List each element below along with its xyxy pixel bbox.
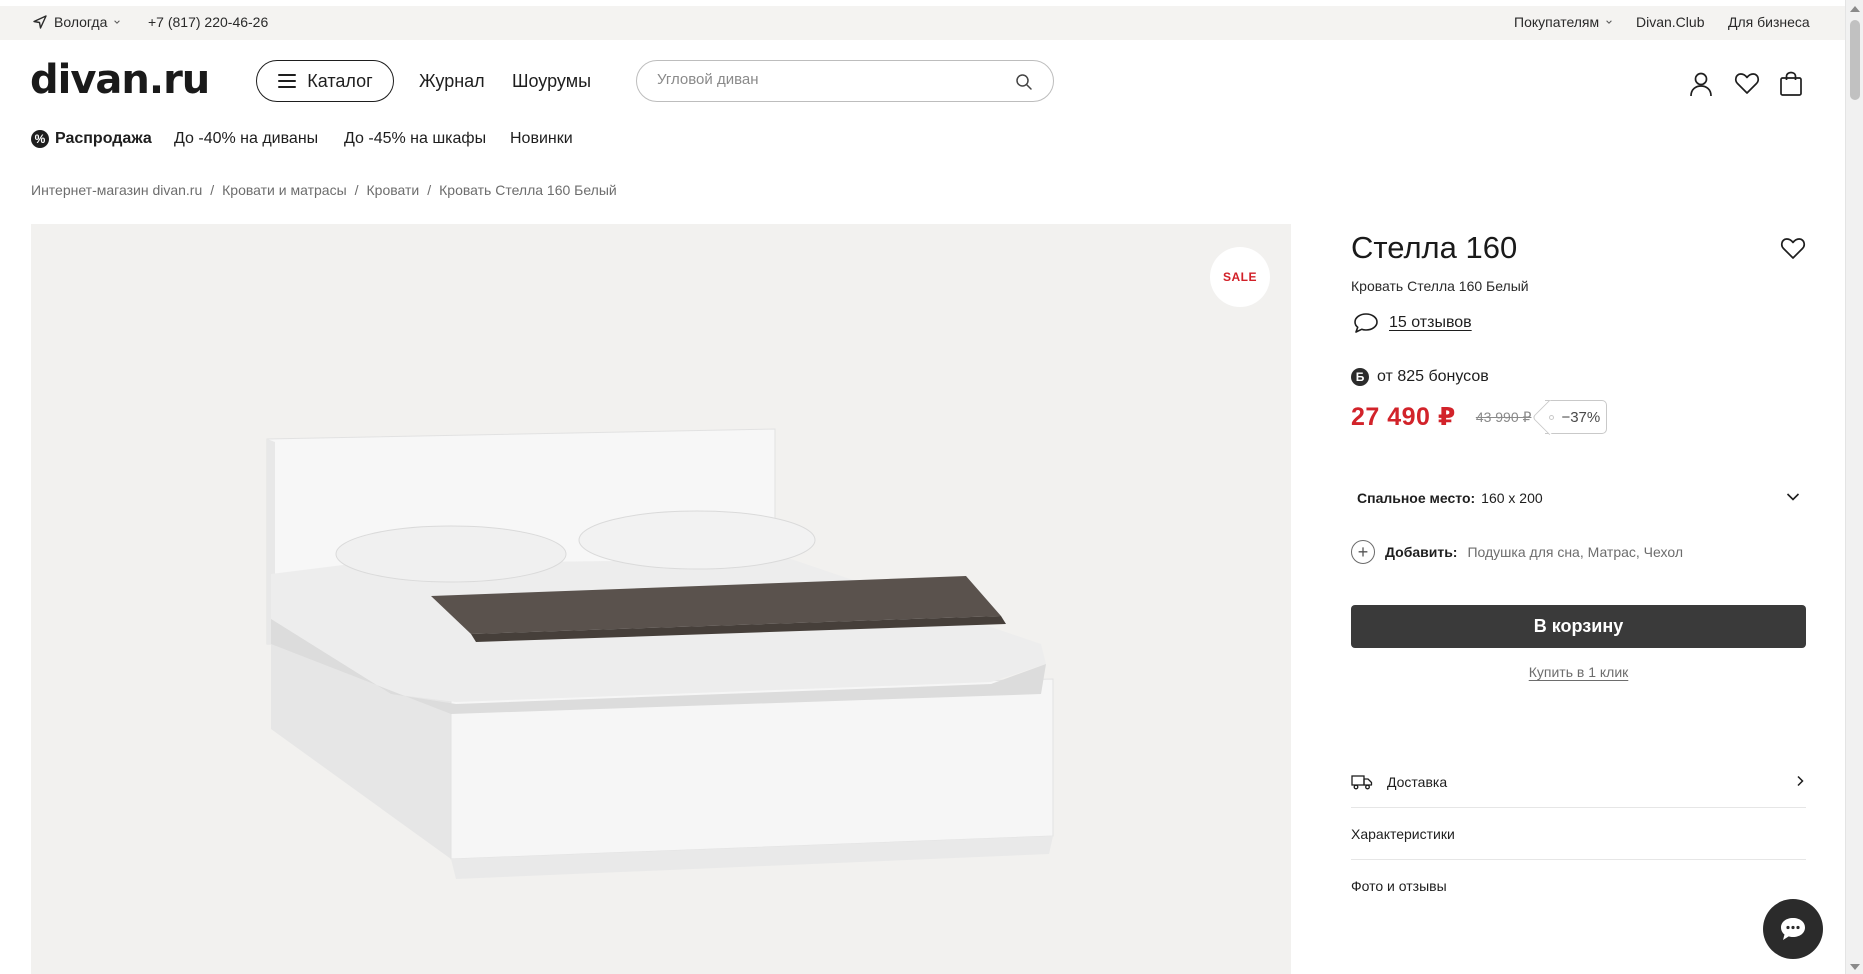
add-label: Добавить:	[1385, 544, 1458, 560]
heart-icon[interactable]	[1734, 71, 1760, 95]
subnav-sofas[interactable]: До -40% на диваны	[174, 130, 318, 148]
current-price: 27 490 ₽	[1351, 403, 1456, 431]
sale-label: Распродажа	[55, 130, 152, 147]
reviews-link[interactable]: 15 отзывов	[1353, 312, 1472, 334]
subnav-wardrobes[interactable]: До -45% на шкафы	[344, 130, 486, 148]
old-price: 43 990 ₽	[1475, 408, 1532, 425]
chevron-down-icon	[114, 20, 121, 24]
chevron-down-icon	[1786, 493, 1800, 501]
top-utility-bar: Вологда +7 (817) 220-46-26 Покупателям D…	[0, 0, 1845, 40]
photos-label: Фото и отзывы	[1351, 878, 1447, 894]
menu-icon	[278, 74, 297, 88]
location-arrow-icon	[33, 15, 47, 29]
size-label: Спальное место:	[1357, 490, 1476, 506]
city-selector[interactable]: Вологда	[32, 14, 121, 30]
bonus-info: Б от 825 бонусов	[1351, 368, 1489, 386]
truck-icon	[1351, 774, 1373, 789]
size-selector[interactable]: Спальное место: 160 x 200	[1351, 478, 1806, 518]
product-title: Стелла 160	[1351, 230, 1518, 265]
search-input[interactable]	[657, 71, 997, 88]
discount-label: −37%	[1561, 408, 1601, 426]
tag-hole	[1549, 415, 1555, 420]
chevron-right-icon	[1797, 775, 1804, 787]
delivery-label: Доставка	[1387, 773, 1448, 790]
product-subtitle: Кровать Стелла 160 Белый	[1351, 278, 1529, 294]
breadcrumb-current: Кровать Стелла 160 Белый	[439, 182, 617, 198]
breadcrumb-separator: /	[210, 182, 215, 198]
breadcrumb-separator: /	[427, 182, 432, 198]
product-image	[266, 428, 1054, 879]
percent-icon: %	[31, 130, 49, 148]
add-accessories[interactable]: + Добавить: Подушка для сна, Матрас, Чех…	[1351, 540, 1683, 564]
buyers-label: Покупателям	[1514, 14, 1600, 30]
chat-button[interactable]	[1763, 899, 1823, 959]
search-icon[interactable]	[1015, 73, 1033, 91]
page-scrollbar[interactable]	[1845, 0, 1863, 974]
sale-badge: SALE	[1210, 247, 1270, 307]
add-options: Подушка для сна, Матрас, Чехол	[1467, 544, 1683, 560]
business-link[interactable]: Для бизнеса	[1728, 14, 1810, 30]
add-to-cart-button[interactable]: В корзину	[1351, 605, 1806, 648]
breadcrumb-item[interactable]: Кровати	[367, 182, 420, 198]
discount-tag: −37%	[1545, 400, 1608, 434]
catalog-label: Каталог	[307, 70, 373, 91]
size-value: 160 x 200	[1481, 490, 1543, 506]
breadcrumb-item[interactable]: Интернет-магазин divan.ru	[31, 182, 202, 198]
specs-label: Характеристики	[1351, 825, 1455, 842]
catalog-button[interactable]: Каталог	[256, 60, 394, 102]
buy-one-click-link[interactable]: Купить в 1 клик	[1351, 664, 1806, 680]
plus-icon: +	[1351, 540, 1375, 564]
bag-icon[interactable]	[1779, 71, 1803, 97]
accordion-photos[interactable]: Фото и отзывы	[1351, 860, 1806, 912]
accordion-delivery[interactable]: Доставка	[1351, 756, 1806, 808]
buyers-menu[interactable]: Покупателям	[1514, 14, 1613, 30]
price-row: 27 490 ₽ 43 990 ₽ −37%	[1351, 400, 1608, 434]
scroll-up-icon[interactable]	[1850, 6, 1860, 12]
breadcrumb: Интернет-магазин divan.ru / Кровати и ма…	[31, 182, 617, 198]
reviews-label[interactable]: 15 отзывов	[1389, 314, 1472, 332]
divan-club-link[interactable]: Divan.Club	[1636, 14, 1704, 30]
user-icon[interactable]	[1689, 71, 1713, 97]
search-box[interactable]	[636, 60, 1054, 102]
bonus-icon: Б	[1351, 368, 1369, 386]
chevron-down-icon	[1606, 20, 1612, 24]
journal-link[interactable]: Журнал	[419, 71, 485, 92]
heart-icon[interactable]	[1780, 236, 1806, 260]
scroll-down-icon[interactable]	[1850, 964, 1860, 970]
subnav-new[interactable]: Новинки	[510, 130, 573, 148]
site-logo[interactable]: divan.ru	[30, 57, 210, 103]
city-label: Вологда	[54, 14, 108, 30]
accordion-specs[interactable]: Характеристики	[1351, 808, 1806, 860]
bonus-label: от 825 бонусов	[1377, 368, 1489, 385]
product-gallery[interactable]: SALE	[31, 224, 1291, 974]
chat-bubble-icon	[1354, 313, 1378, 333]
subnav-sale[interactable]: % Распродажа	[31, 130, 152, 148]
breadcrumb-separator: /	[354, 182, 359, 198]
scroll-thumb[interactable]	[1850, 20, 1860, 100]
breadcrumb-item[interactable]: Кровати и матрасы	[222, 182, 346, 198]
chat-icon	[1781, 918, 1805, 940]
phone-link[interactable]: +7 (817) 220-46-26	[148, 14, 268, 30]
showrooms-link[interactable]: Шоурумы	[512, 71, 591, 92]
